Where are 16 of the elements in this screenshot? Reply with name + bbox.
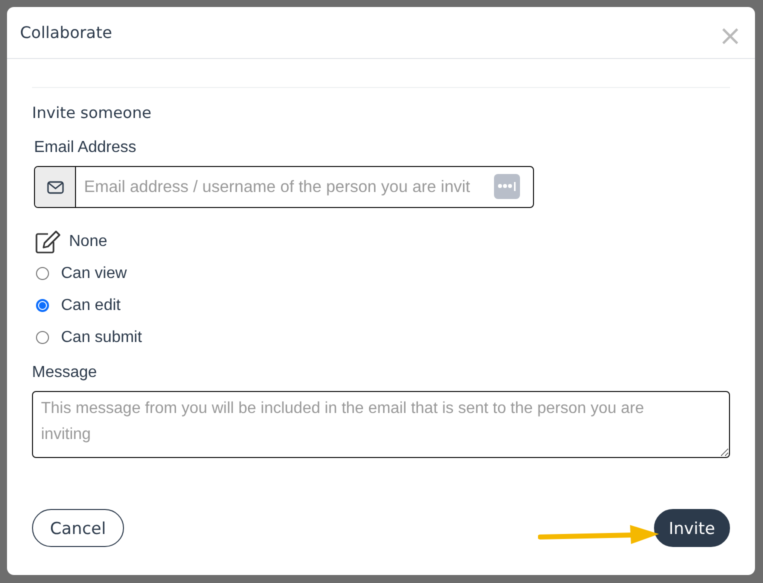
invite-button[interactable]: Invite: [654, 509, 730, 547]
option-label: Can edit: [61, 296, 121, 314]
option-label: Can view: [61, 264, 127, 282]
radio-button[interactable]: [36, 267, 49, 280]
envelope-icon: [46, 180, 64, 194]
option-label: None: [69, 232, 108, 250]
edit-icon: [35, 230, 61, 254]
field-label: Email Address: [33, 139, 138, 157]
radio-button[interactable]: [36, 299, 49, 312]
cancel-button[interactable]: Cancel: [32, 509, 124, 547]
message-field[interactable]: This message from you will be included in the email that is sent to the person you are inviting: [32, 391, 730, 458]
radio-button[interactable]: [36, 331, 49, 344]
option-label: Can submit: [61, 328, 142, 346]
field-label: Message: [32, 364, 98, 382]
dialog-title: Collaborate: [20, 23, 112, 42]
section-heading: Invite someone: [32, 104, 152, 122]
